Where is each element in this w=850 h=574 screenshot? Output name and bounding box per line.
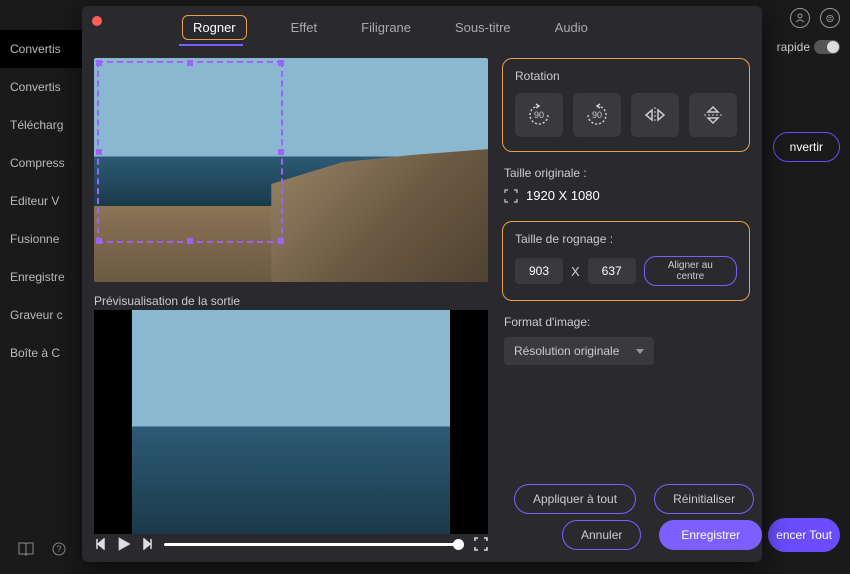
prev-frame-button[interactable] bbox=[94, 538, 106, 550]
start-all-button[interactable]: encer Tout bbox=[768, 518, 840, 552]
tab-underline bbox=[179, 44, 243, 46]
tab-audio[interactable]: Audio bbox=[555, 20, 588, 40]
seek-thumb[interactable] bbox=[453, 539, 464, 550]
chevron-down-icon bbox=[636, 349, 644, 354]
cancel-button[interactable]: Annuler bbox=[562, 520, 641, 550]
sidebar-item[interactable]: Convertis bbox=[0, 30, 90, 68]
help-icon[interactable]: ⊜ bbox=[820, 8, 840, 28]
sidebar-item[interactable]: Fusionne bbox=[0, 220, 90, 258]
flip-vertical-button[interactable] bbox=[689, 93, 737, 137]
flip-horizontal-button[interactable] bbox=[631, 93, 679, 137]
original-size-label: Taille originale : bbox=[504, 166, 750, 180]
video-preview bbox=[94, 310, 488, 534]
original-size-value: 1920 X 1080 bbox=[504, 188, 750, 203]
next-frame-button[interactable] bbox=[142, 538, 154, 550]
seek-bar[interactable] bbox=[164, 543, 464, 546]
close-icon[interactable] bbox=[92, 16, 102, 26]
aspect-value: Résolution originale bbox=[514, 344, 619, 358]
crop-handle[interactable] bbox=[96, 60, 102, 66]
fast-toggle[interactable] bbox=[814, 40, 840, 54]
crop-handle[interactable] bbox=[278, 238, 284, 244]
sidebar-item[interactable]: Editeur V bbox=[0, 182, 90, 220]
crop-handle[interactable] bbox=[278, 60, 284, 66]
rotate-ccw-button[interactable]: 90 bbox=[515, 93, 563, 137]
primary-actions: Annuler Enregistrer bbox=[562, 520, 762, 550]
sidebar: Convertis Convertis Télécharg Compress E… bbox=[0, 30, 90, 372]
fast-label: rapide bbox=[777, 40, 810, 54]
crop-handle[interactable] bbox=[96, 149, 102, 155]
play-button[interactable] bbox=[116, 536, 132, 552]
svg-text:90: 90 bbox=[534, 110, 544, 120]
crop-size-label: Taille de rognage : bbox=[515, 232, 737, 246]
controls-panel: Rotation 90 90 Taille originale : 1920 X… bbox=[502, 58, 750, 365]
crop-sep: X bbox=[571, 264, 580, 279]
sidebar-item[interactable]: Convertis bbox=[0, 68, 90, 106]
sidebar-item[interactable]: Boîte à C bbox=[0, 334, 90, 372]
video-cliff bbox=[271, 148, 488, 282]
sidebar-item[interactable]: Compress bbox=[0, 144, 90, 182]
crop-handle[interactable] bbox=[96, 238, 102, 244]
crop-handle[interactable] bbox=[187, 60, 193, 66]
aspect-select[interactable]: Résolution originale bbox=[504, 337, 654, 365]
preview-label: Prévisualisation de la sortie bbox=[94, 294, 240, 308]
crop-size-group: Taille de rognage : X Aligner au centre bbox=[502, 221, 750, 301]
rotate-cw-button[interactable]: 90 bbox=[573, 93, 621, 137]
crop-selection[interactable] bbox=[97, 61, 283, 243]
user-icon[interactable] bbox=[790, 8, 810, 28]
save-button[interactable]: Enregistrer bbox=[659, 520, 762, 550]
bottom-left-icons: ? bbox=[18, 542, 66, 556]
crop-width-input[interactable] bbox=[515, 258, 563, 284]
tab-subtitle[interactable]: Sous-titre bbox=[455, 20, 511, 40]
reset-button[interactable]: Réinitialiser bbox=[654, 484, 754, 514]
aspect-label: Format d'image: bbox=[504, 315, 750, 329]
crop-handle[interactable] bbox=[278, 149, 284, 155]
crop-height-input[interactable] bbox=[588, 258, 636, 284]
svg-text:?: ? bbox=[56, 544, 61, 554]
rotation-group: Rotation 90 90 bbox=[502, 58, 750, 152]
sidebar-item[interactable]: Graveur c bbox=[0, 296, 90, 334]
secondary-actions: Appliquer à tout Réinitialiser bbox=[514, 484, 754, 514]
question-icon[interactable]: ? bbox=[52, 542, 66, 556]
rotation-label: Rotation bbox=[515, 69, 737, 83]
book-icon[interactable] bbox=[18, 542, 34, 556]
tab-effect[interactable]: Effet bbox=[291, 20, 318, 40]
topbar-icons: ⊜ bbox=[790, 8, 840, 28]
apply-all-button[interactable]: Appliquer à tout bbox=[514, 484, 636, 514]
sidebar-item[interactable]: Télécharg bbox=[0, 106, 90, 144]
player-controls bbox=[94, 536, 488, 552]
convert-button[interactable]: nvertir bbox=[773, 132, 840, 162]
align-center-button[interactable]: Aligner au centre bbox=[644, 256, 737, 286]
sidebar-item[interactable]: Enregistre bbox=[0, 258, 90, 296]
svg-text:90: 90 bbox=[592, 110, 602, 120]
preview-image bbox=[132, 310, 450, 534]
fullscreen-button[interactable] bbox=[474, 537, 488, 551]
video-source[interactable] bbox=[94, 58, 488, 282]
crop-handle[interactable] bbox=[187, 238, 193, 244]
tab-watermark[interactable]: Filigrane bbox=[361, 20, 411, 40]
crop-modal: Rogner Effet Filigrane Sous-titre Audio … bbox=[82, 6, 762, 562]
modal-tabs: Rogner Effet Filigrane Sous-titre Audio bbox=[182, 20, 588, 40]
expand-icon bbox=[504, 189, 518, 203]
tab-crop[interactable]: Rogner bbox=[182, 15, 247, 40]
